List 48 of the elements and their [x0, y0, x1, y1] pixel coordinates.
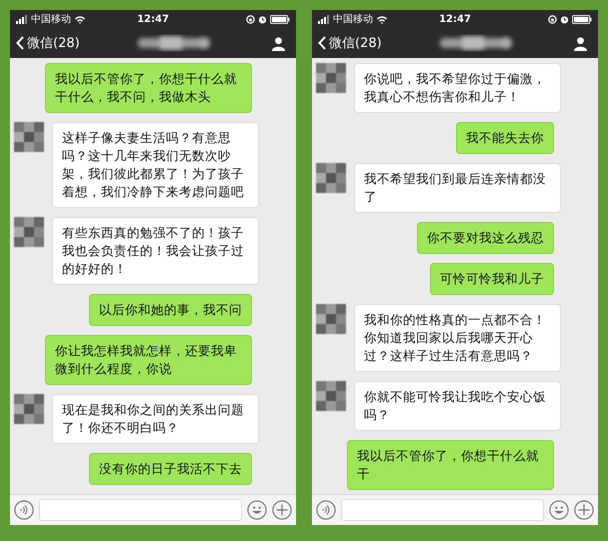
person-icon[interactable] — [573, 36, 588, 50]
blurred-avatar — [14, 394, 44, 424]
message-bubble: 我以后不管你了，你想干什么就干什么，我不问，我做木头 — [45, 63, 252, 113]
battery-icon — [270, 14, 290, 24]
clock-time: 12:47 — [439, 14, 471, 24]
back-button[interactable]: 微信(28) — [318, 34, 382, 52]
blurred-avatar — [316, 381, 346, 411]
message-bubble: 这样子像夫妻生活吗？有意思吗？这十几年来我们无数次吵架，我们彼此都累了！为了孩子着想，我们冷静下来考虑问题吧 — [52, 122, 259, 208]
message-bubble: 没有你的日子我活不下去 — [89, 453, 252, 485]
wifi-icon — [74, 14, 86, 24]
clock-time: 12:47 — [137, 14, 169, 24]
person-icon[interactable] — [271, 36, 286, 50]
message-bubble: 你说吧，我不希望你过于偏激，我真心不想伤害你和儿子！ — [354, 63, 561, 113]
blurred-avatar — [316, 163, 346, 193]
message-bubble: 现在是我和你之间的关系出问题了！你还不明白吗？ — [52, 394, 259, 444]
message-bubble: 你让我怎样我就怎样，还要我卑微到什么程度，你说 — [45, 335, 252, 385]
wifi-icon — [376, 14, 388, 24]
blurred-avatar — [14, 217, 44, 247]
carrier-name: 中国移动 — [333, 12, 373, 26]
message-bubble: 我和你的性格真的一点都不合！你知道我回家以后我哪天开心过？这样子过生活有意思吗？ — [354, 304, 561, 372]
blurred-avatar — [316, 304, 346, 334]
message-bubble: 有些东西真的勉强不了的！孩子我也会负责任的！我会让孩子过的好好的！ — [52, 217, 259, 285]
smiley-icon[interactable] — [549, 500, 569, 520]
plus-icon[interactable] — [574, 500, 594, 520]
message-bubble: 你就不能可怜我让我吃个安心饭吗？ — [354, 381, 561, 431]
blurred-avatar — [316, 63, 346, 93]
back-chevron-icon[interactable] — [318, 36, 326, 50]
battery-icon — [572, 14, 592, 24]
alarm-icon — [560, 14, 569, 24]
voice-icon[interactable] — [316, 500, 336, 520]
carrier-name: 中国移动 — [31, 12, 71, 26]
smiley-icon[interactable] — [247, 500, 267, 520]
message-bubble: 你不要对我这么残忍 — [417, 222, 554, 254]
message-input-field[interactable] — [341, 499, 544, 521]
message-bubble: 以后你和她的事，我不问 — [89, 294, 252, 326]
message-bubble: 我不能失去你 — [456, 122, 554, 154]
blurred-avatar — [14, 122, 44, 152]
message-input-field[interactable] — [39, 499, 242, 521]
back-button[interactable]: 微信(28) — [16, 34, 80, 52]
alarm-icon — [258, 14, 267, 24]
back-chevron-icon[interactable] — [16, 36, 24, 50]
plus-icon[interactable] — [272, 500, 292, 520]
message-bubble: 可怜可怜我和儿子 — [430, 263, 554, 295]
voice-icon[interactable] — [14, 500, 34, 520]
signal-icon — [318, 14, 330, 24]
message-bubble: 我以后不管你了，你想干什么就干 — [347, 440, 554, 490]
message-bubble: 我不希望我们到最后连亲情都没了 — [354, 163, 561, 213]
signal-icon — [16, 14, 28, 24]
